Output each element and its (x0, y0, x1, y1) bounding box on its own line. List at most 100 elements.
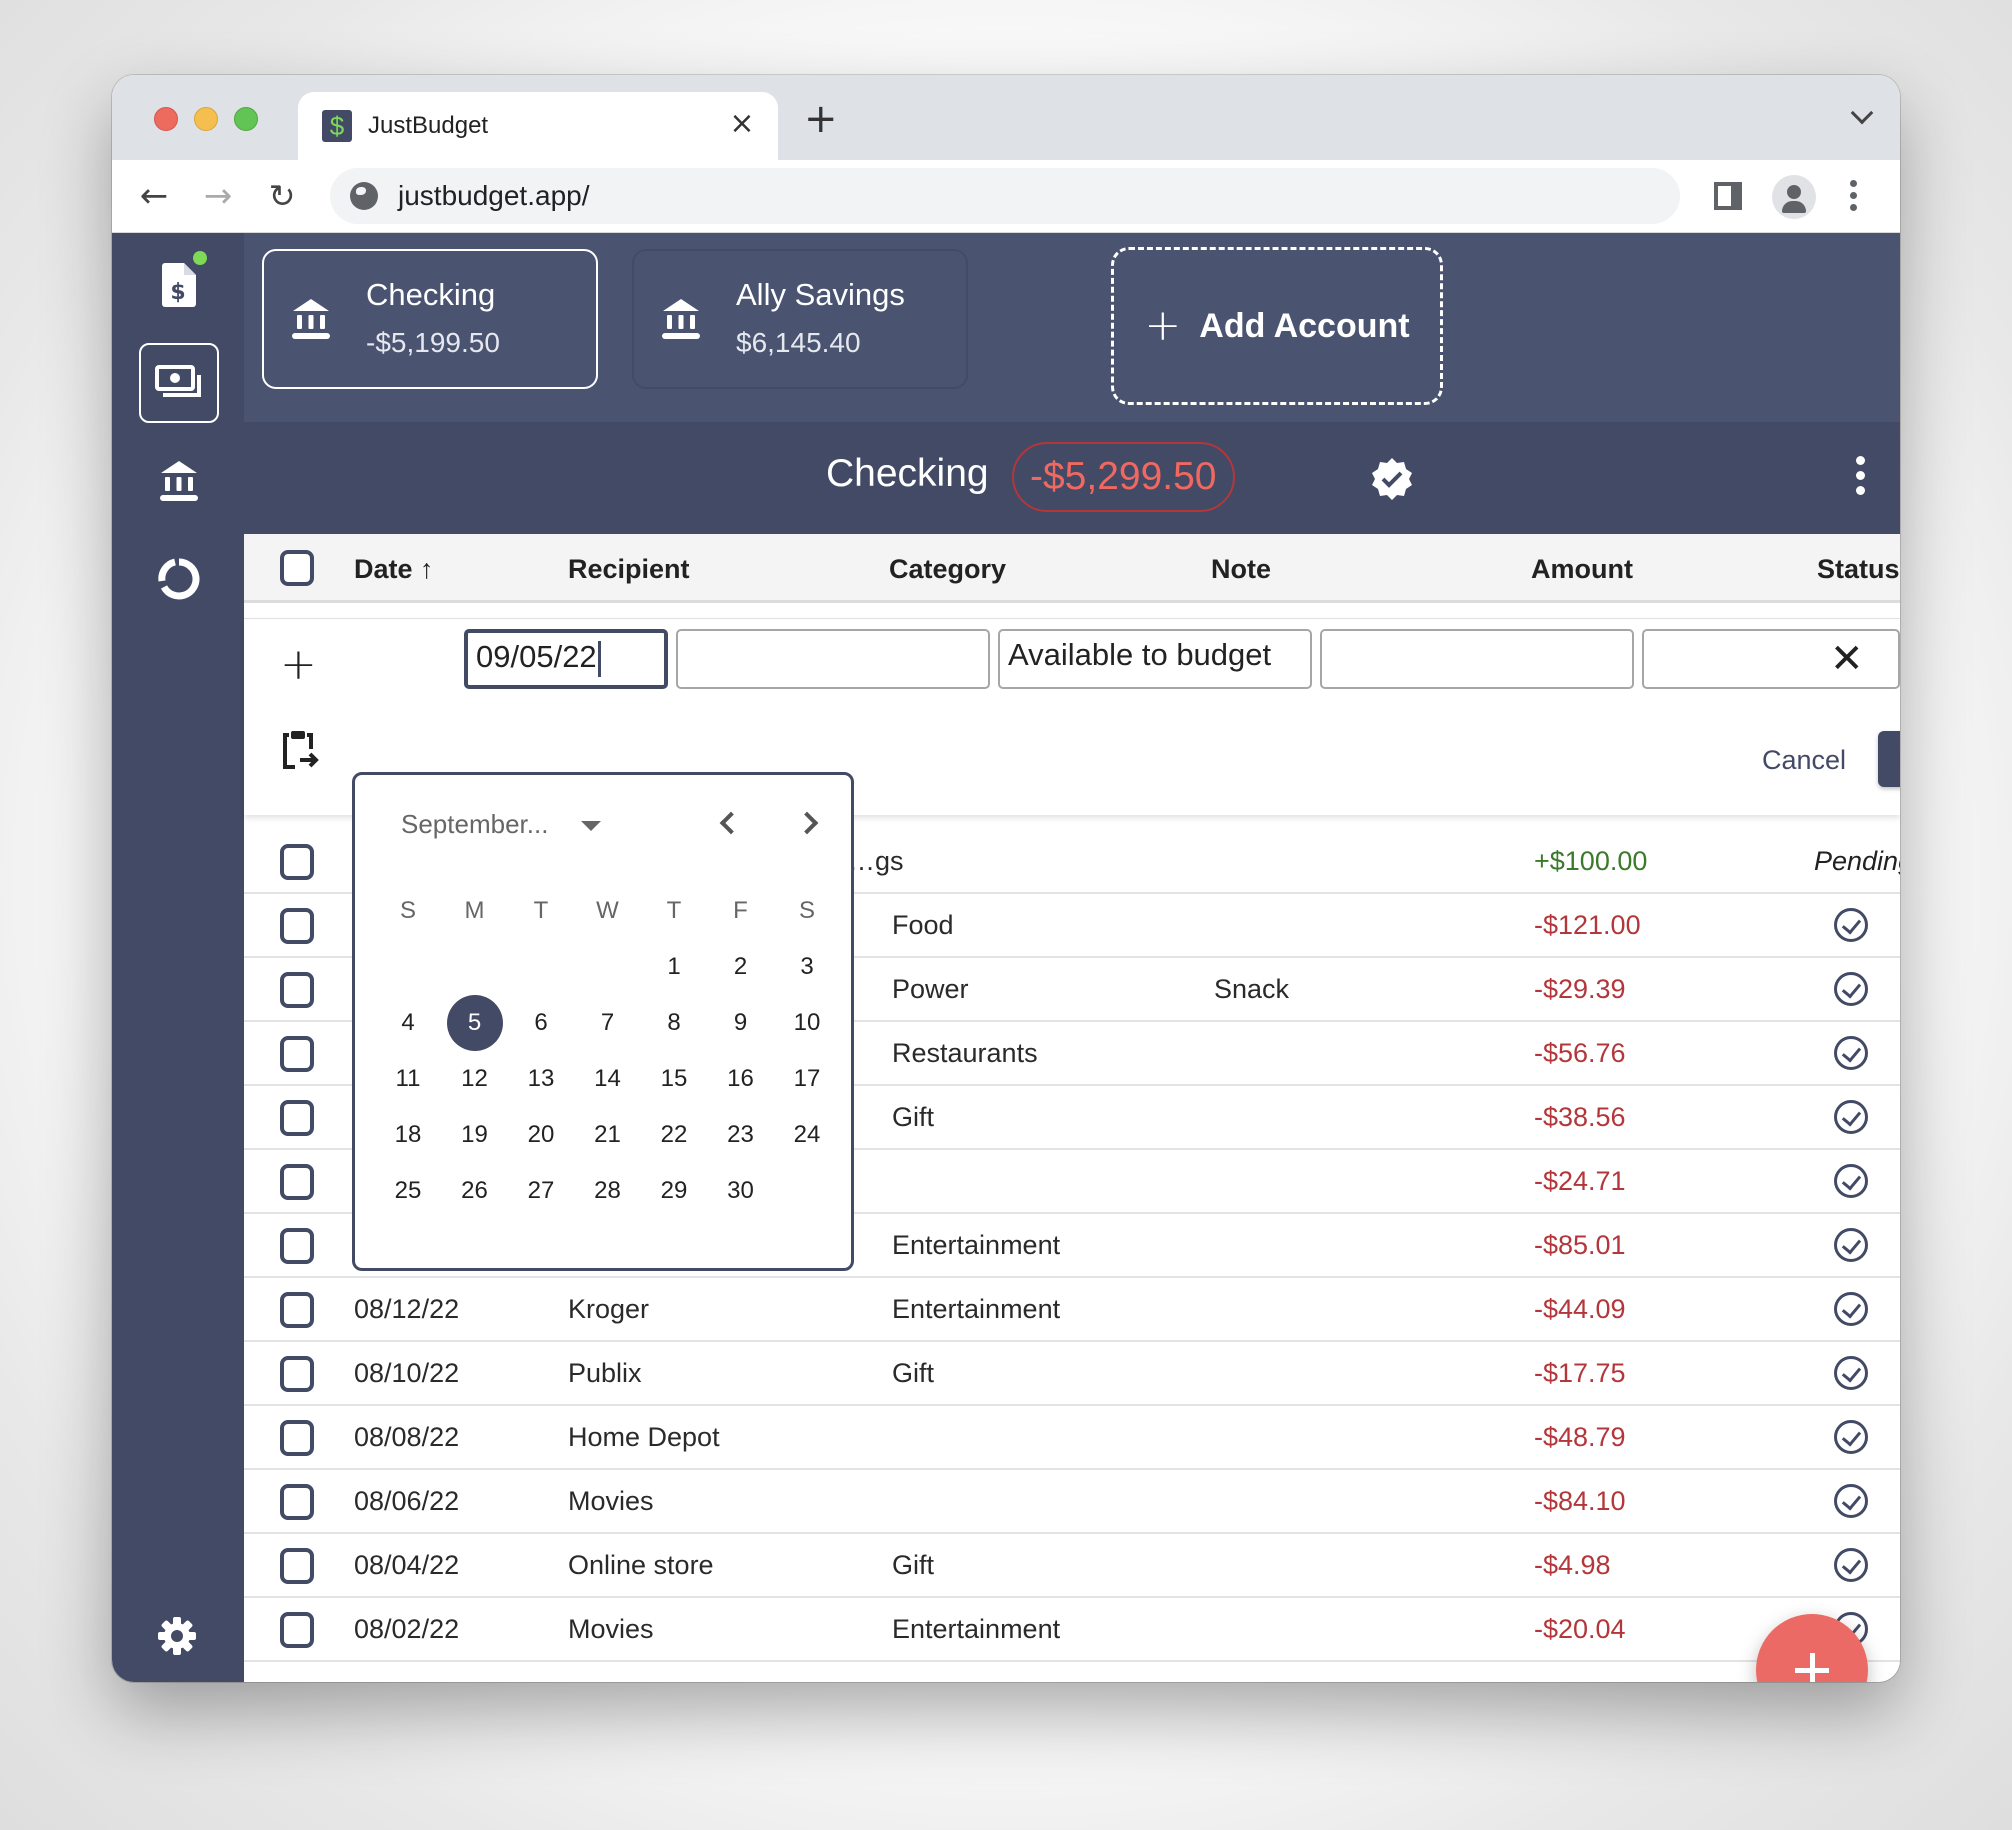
calendar-day[interactable]: 8 (641, 995, 707, 1051)
add-transaction-button[interactable]: Add (1878, 731, 1900, 787)
sidebar-item-accounts[interactable] (139, 441, 219, 521)
maximize-window-button[interactable] (234, 107, 258, 131)
table-row[interactable]: 08/02/22 Movies Entertainment -$20.04 (244, 1598, 1900, 1662)
calendar-day-selected[interactable]: 5 (442, 995, 508, 1051)
row-checkbox[interactable] (280, 1612, 314, 1648)
calendar-day[interactable]: 25 (375, 1163, 441, 1219)
close-window-button[interactable] (154, 107, 178, 131)
date-input[interactable]: 09/05/22 (464, 629, 668, 689)
account-card-checking[interactable]: Checking -$5,199.50 (262, 249, 598, 389)
calendar-day[interactable]: 18 (375, 1107, 441, 1163)
table-row[interactable]: 08/06/22 Movies -$84.10 (244, 1470, 1900, 1534)
tab-close-icon[interactable]: × (724, 106, 760, 142)
status-cell[interactable] (1834, 1036, 1868, 1070)
row-checkbox[interactable] (280, 1164, 314, 1200)
status-cell[interactable] (1834, 908, 1868, 942)
status-cell[interactable] (1834, 1420, 1868, 1454)
row-checkbox[interactable] (280, 1548, 314, 1584)
row-checkbox[interactable] (280, 1484, 314, 1520)
calendar-day[interactable]: 19 (442, 1107, 508, 1163)
cancel-button[interactable]: Cancel (1762, 745, 1846, 776)
tab-justbudget[interactable]: $ JustBudget × (298, 92, 778, 160)
calendar-day[interactable]: 28 (575, 1163, 641, 1219)
calendar-day[interactable]: 26 (442, 1163, 508, 1219)
column-date[interactable]: Date ↑ (354, 554, 434, 585)
account-card-ally-savings[interactable]: Ally Savings $6,145.40 (632, 249, 968, 389)
calendar-day[interactable]: 6 (508, 995, 574, 1051)
calendar-day[interactable]: 4 (375, 995, 441, 1051)
calendar-day[interactable]: 9 (708, 995, 774, 1051)
calendar-day[interactable]: 15 (641, 1051, 707, 1107)
calendar-day[interactable]: 11 (375, 1051, 441, 1107)
calendar-day[interactable]: 10 (774, 995, 840, 1051)
calendar-day[interactable]: 13 (508, 1051, 574, 1107)
calendar-day[interactable]: 7 (575, 995, 641, 1051)
new-tab-button[interactable]: + (804, 99, 838, 139)
account-menu-icon[interactable] (1856, 456, 1866, 500)
minimize-window-button[interactable] (194, 107, 218, 131)
sidebar-item-transactions[interactable] (139, 343, 219, 423)
add-account-button[interactable]: + Add Account (1111, 247, 1443, 405)
caret-down-icon[interactable] (581, 821, 601, 831)
calendar-day[interactable]: 24 (774, 1107, 840, 1163)
column-recipient[interactable]: Recipient (568, 554, 690, 585)
column-category[interactable]: Category (889, 554, 1006, 585)
row-checkbox[interactable] (280, 908, 314, 944)
row-checkbox[interactable] (280, 1292, 314, 1328)
table-row[interactable]: 08/04/22 Online store Gift -$4.98 (244, 1534, 1900, 1598)
row-checkbox[interactable] (280, 1100, 314, 1136)
address-bar[interactable]: justbudget.app/ (330, 168, 1680, 224)
calendar-day[interactable]: 14 (575, 1051, 641, 1107)
status-cell[interactable] (1834, 1548, 1868, 1582)
url-text[interactable]: justbudget.app/ (398, 180, 590, 212)
browser-menu-icon[interactable] (1850, 180, 1858, 214)
calendar-day[interactable]: 17 (774, 1051, 840, 1107)
close-icon[interactable]: ✕ (1830, 637, 1864, 681)
paste-clipboard-icon[interactable] (280, 727, 322, 771)
column-status[interactable]: Status (1817, 554, 1900, 585)
calendar-day[interactable]: 30 (708, 1163, 774, 1219)
table-row[interactable]: 08/12/22 Kroger Entertainment -$44.09 (244, 1278, 1900, 1342)
row-checkbox[interactable] (280, 1420, 314, 1456)
category-input[interactable]: Available to budget (998, 629, 1312, 689)
calendar-day[interactable]: 2 (708, 939, 774, 995)
forward-button[interactable]: → (198, 176, 238, 216)
status-cell[interactable] (1834, 1292, 1868, 1326)
row-checkbox[interactable] (280, 1356, 314, 1392)
calendar-day[interactable]: 23 (708, 1107, 774, 1163)
calendar-day[interactable]: 20 (508, 1107, 574, 1163)
row-checkbox[interactable] (280, 1036, 314, 1072)
table-row[interactable]: 08/08/22 Home Depot -$48.79 (244, 1406, 1900, 1470)
tab-search-chevron-icon[interactable] (1850, 101, 1874, 125)
row-checkbox[interactable] (280, 972, 314, 1008)
column-amount[interactable]: Amount (1531, 554, 1633, 585)
side-panel-icon[interactable] (1714, 182, 1742, 210)
row-checkbox[interactable] (280, 844, 314, 880)
calendar-day[interactable]: 16 (708, 1051, 774, 1107)
calendar-day[interactable]: 3 (774, 939, 840, 995)
reload-button[interactable]: ↻ (262, 176, 302, 216)
calendar-day[interactable]: 1 (641, 939, 707, 995)
table-row[interactable]: 08/10/22 Publix Gift -$17.75 (244, 1342, 1900, 1406)
calendar-day[interactable]: 21 (575, 1107, 641, 1163)
month-selector[interactable]: September... (401, 809, 548, 840)
calendar-day[interactable]: 12 (442, 1051, 508, 1107)
sidebar-item-budget[interactable]: $ (139, 245, 219, 325)
verified-badge-icon[interactable] (1369, 456, 1415, 502)
settings-button[interactable] (156, 1615, 198, 1661)
status-cell[interactable] (1834, 1228, 1868, 1262)
status-cell[interactable] (1834, 1484, 1868, 1518)
status-cell[interactable] (1834, 1100, 1868, 1134)
row-checkbox[interactable] (280, 1228, 314, 1264)
calendar-day[interactable]: 27 (508, 1163, 574, 1219)
chevron-right-icon[interactable] (795, 811, 819, 835)
recipient-input[interactable] (676, 629, 990, 689)
select-all-checkbox[interactable] (280, 550, 314, 586)
status-pending[interactable]: Pending (1814, 846, 1900, 877)
chevron-left-icon[interactable] (719, 811, 743, 835)
calendar-day[interactable]: 22 (641, 1107, 707, 1163)
profile-avatar-icon[interactable] (1772, 175, 1816, 219)
status-cell[interactable] (1834, 1164, 1868, 1198)
back-button[interactable]: ← (134, 176, 174, 216)
sidebar-item-reports[interactable] (139, 539, 219, 619)
